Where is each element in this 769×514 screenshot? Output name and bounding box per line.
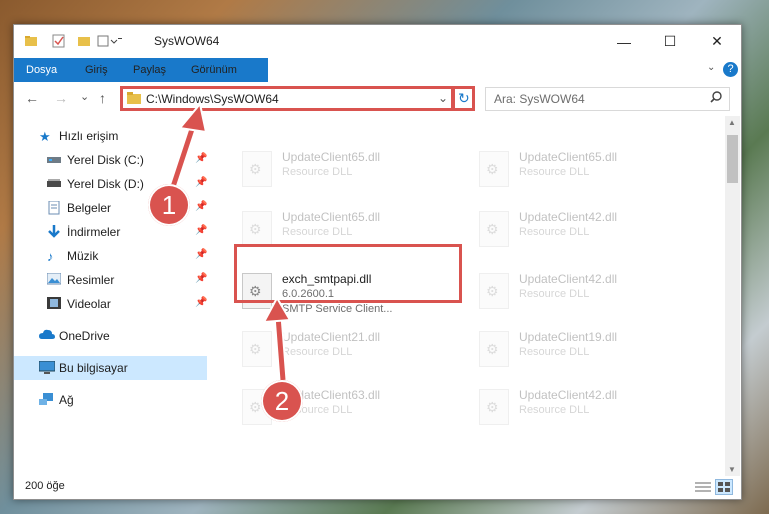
step-badge-1: 1 (148, 184, 190, 226)
annotation-overlay (165, 101, 292, 381)
step-badge-2: 2 (261, 380, 303, 422)
arrow-1 (165, 101, 208, 198)
arrow-2 (262, 295, 292, 381)
